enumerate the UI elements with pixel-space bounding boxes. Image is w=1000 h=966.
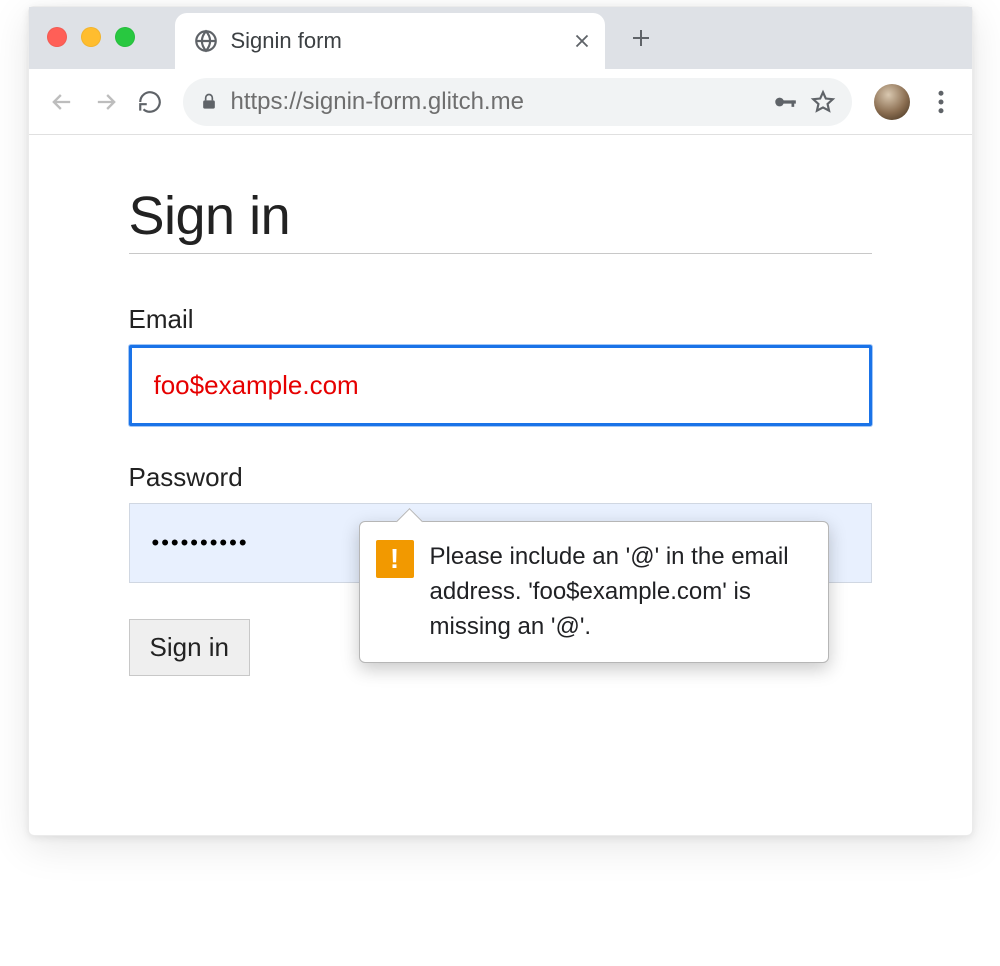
page-content: Sign in Email Password Sign in ! Please … bbox=[29, 135, 972, 835]
window-minimize-button[interactable] bbox=[81, 27, 101, 47]
globe-icon bbox=[193, 28, 219, 54]
password-key-icon[interactable] bbox=[772, 89, 798, 115]
email-input[interactable] bbox=[129, 345, 872, 426]
tab-title: Signin form bbox=[231, 28, 571, 54]
browser-tab[interactable]: Signin form bbox=[175, 13, 605, 69]
url-text: https://signin-form.glitch.me bbox=[231, 88, 760, 116]
warning-icon: ! bbox=[376, 540, 414, 578]
page-heading: Sign in bbox=[129, 185, 872, 254]
tab-close-icon[interactable] bbox=[571, 30, 593, 52]
bookmark-star-icon[interactable] bbox=[810, 89, 836, 115]
forward-button[interactable] bbox=[89, 85, 123, 119]
window-close-button[interactable] bbox=[47, 27, 67, 47]
validation-message: Please include an '@' in the email addre… bbox=[430, 540, 808, 644]
validation-tooltip: ! Please include an '@' in the email add… bbox=[359, 521, 829, 663]
email-label: Email bbox=[129, 304, 872, 335]
window-fullscreen-button[interactable] bbox=[115, 27, 135, 47]
reload-button[interactable] bbox=[133, 85, 167, 119]
password-label: Password bbox=[129, 462, 872, 493]
browser-window: Signin form bbox=[28, 6, 973, 836]
lock-icon bbox=[199, 92, 219, 112]
window-controls bbox=[47, 27, 135, 47]
toolbar: https://signin-form.glitch.me bbox=[29, 69, 972, 135]
signin-button[interactable]: Sign in bbox=[129, 619, 251, 676]
menu-button[interactable] bbox=[926, 87, 956, 117]
titlebar: Signin form bbox=[29, 7, 972, 69]
profile-avatar[interactable] bbox=[874, 84, 910, 120]
back-button[interactable] bbox=[45, 85, 79, 119]
address-bar[interactable]: https://signin-form.glitch.me bbox=[183, 78, 852, 126]
new-tab-button[interactable] bbox=[629, 26, 653, 50]
